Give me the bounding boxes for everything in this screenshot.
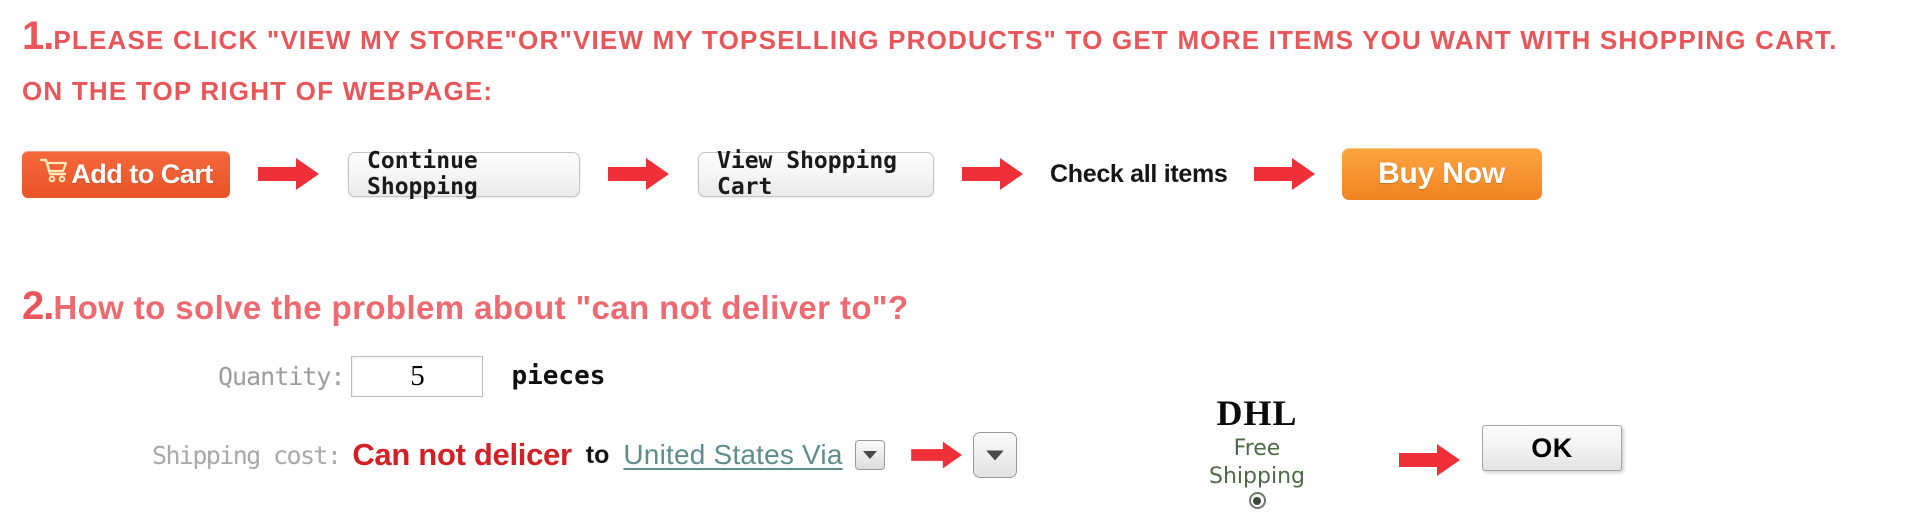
add-to-cart-button[interactable]: Add to Cart [22,150,230,198]
section-1-line1: PLEASE CLICK "VIEW MY STORE"OR"VIEW MY T… [53,25,1838,55]
view-shopping-cart-button[interactable]: View Shopping Cart [698,148,934,200]
chevron-down-icon [862,451,877,459]
chevron-down-icon [985,450,1004,460]
view-shopping-cart-label: View Shopping Cart [717,148,898,200]
quantity-unit-label: pieces [511,361,606,391]
shipping-error-text: Can not delicer [352,437,572,472]
right-arrow-icon [910,441,962,469]
carrier-option-dhl[interactable]: DHL Free Shipping [1184,393,1330,510]
section-1-headline: 1.PLEASE CLICK "VIEW MY STORE"OR"VIEW MY… [22,14,1838,59]
ok-button[interactable]: OK [1482,425,1622,471]
ok-button-label: OK [1531,432,1573,463]
shipping-to-word: to [585,440,610,469]
check-all-items-label: Check all items [1050,159,1228,188]
quantity-row: Quantity: 5 pieces [218,352,605,400]
section-2-headline: 2.How to solve the problem about "can no… [22,284,909,329]
buy-now-label: Buy Now [1378,157,1506,190]
radio-selected-icon[interactable] [1248,492,1266,510]
carrier-free-line2: Shipping [1209,463,1305,489]
shipping-cost-row: Shipping cost: Can not delicer to United… [152,428,1017,482]
quantity-input[interactable]: 5 [351,355,484,397]
country-select-dropdown[interactable] [854,440,885,470]
quantity-label: Quantity: [218,361,345,391]
carrier-free-line1: Free [1233,435,1281,461]
right-arrow-icon [962,158,1023,190]
shipping-method-select-dropdown[interactable] [972,432,1017,478]
add-to-cart-label: Add to Cart [71,158,213,189]
section-2-heading: How to solve the problem about "can not … [53,289,909,326]
right-arrow-icon [258,158,319,190]
buy-now-button[interactable]: Buy Now [1341,148,1542,200]
shipping-cost-label: Shipping cost: [152,440,342,470]
right-arrow-icon [1399,444,1460,476]
section-1-line2: ON THE TOP RIGHT OF WEBPAGE: [22,76,494,106]
continue-shopping-button[interactable]: Continue Shopping [348,148,580,200]
right-arrow-icon [1253,158,1315,190]
section-2-number: 2. [22,284,54,328]
carrier-name-label: DHL [1216,393,1298,433]
continue-shopping-label: Continue Shopping [367,148,478,200]
shipping-destination-link[interactable]: United States Via [623,439,842,471]
section-1-number: 1. [22,14,54,58]
shopping-cart-icon [39,157,69,190]
checkout-flow-row: Add to Cart Continue Shopping View Shopp… [22,139,1542,209]
right-arrow-icon [608,158,669,190]
